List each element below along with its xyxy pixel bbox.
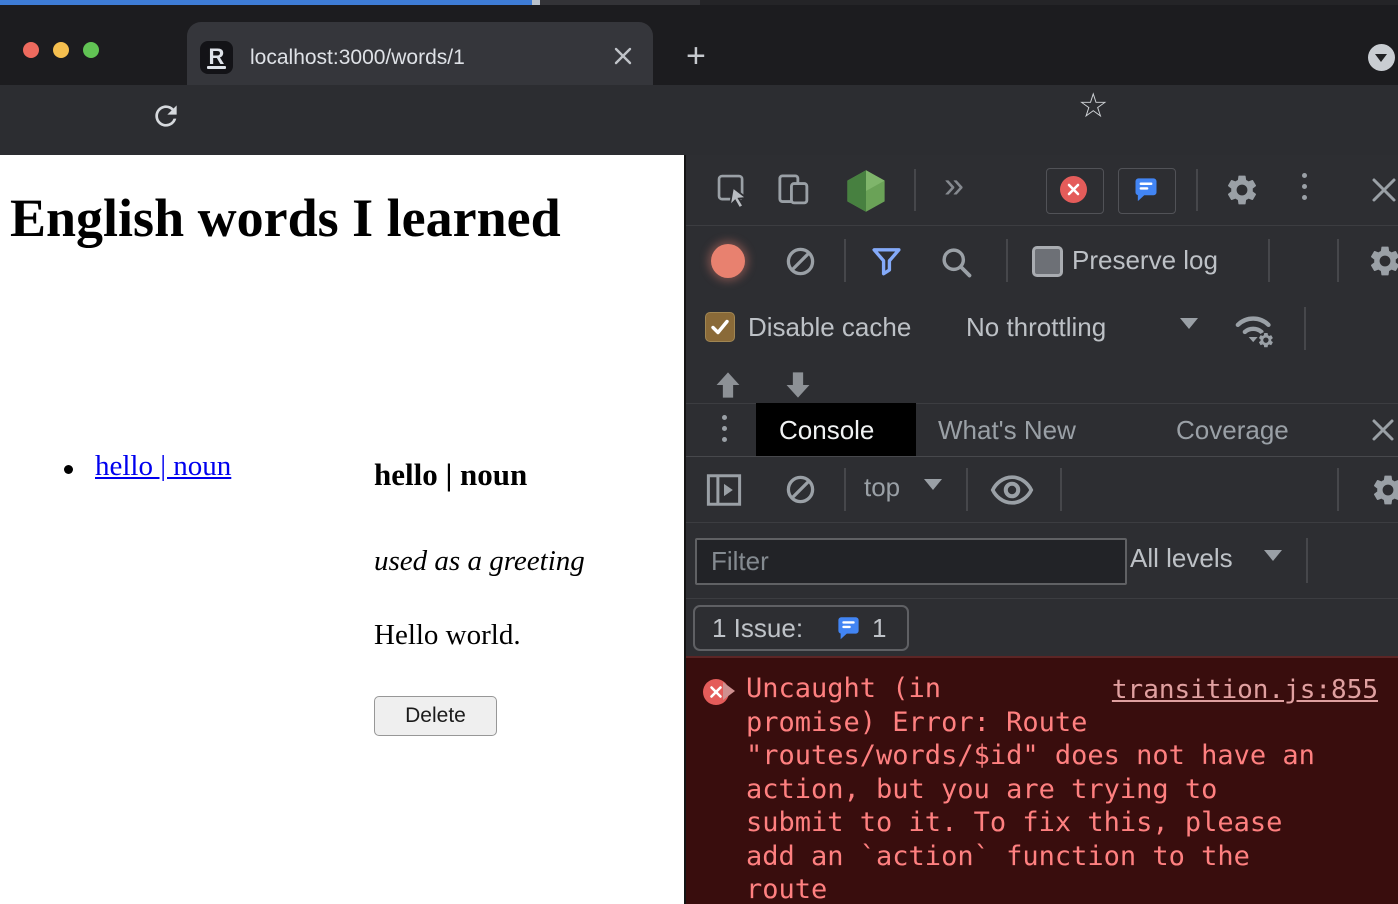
- bookmark-star-icon[interactable]: ☆: [1078, 86, 1108, 126]
- console-sidebar-icon[interactable]: [705, 472, 743, 508]
- browser-window: R localhost:3000/words/1 + ← → localhost…: [0, 0, 1398, 904]
- console-filter-input[interactable]: [695, 538, 1127, 585]
- tab-title: localhost:3000/words/1: [250, 46, 465, 70]
- delete-button[interactable]: Delete: [374, 696, 497, 736]
- device-toolbar-icon[interactable]: [776, 172, 812, 208]
- disable-cache-checkbox[interactable]: [705, 312, 735, 342]
- console-filter-row: All levels: [686, 523, 1398, 599]
- tab-console-label[interactable]: Console: [779, 415, 874, 446]
- export-har-icon[interactable]: [782, 368, 814, 402]
- drawer-close-icon[interactable]: [1370, 417, 1396, 443]
- tab-strip: R localhost:3000/words/1 +: [0, 5, 1398, 85]
- preserve-log-label[interactable]: Preserve log: [1072, 245, 1218, 276]
- word-definition: used as a greeting: [374, 545, 585, 578]
- record-icon[interactable]: [711, 244, 745, 278]
- error-badge-icon: [1060, 176, 1087, 203]
- drawer-tab-bar: Console What's New Coverage: [686, 403, 1398, 457]
- issue-bubble-icon: [835, 615, 862, 642]
- devtools-panel: »: [684, 155, 1398, 904]
- reload-button[interactable]: [150, 100, 182, 132]
- issues-bubble-icon: [1132, 176, 1160, 204]
- new-tab-button[interactable]: +: [686, 37, 706, 76]
- preserve-log-checkbox[interactable]: [1032, 246, 1063, 277]
- word-link[interactable]: hello | noun: [95, 450, 231, 483]
- console-error-entry: transition.js:855Uncaught (in promise) E…: [686, 656, 1398, 904]
- error-message-text: Uncaught (in promise) Error: Route "rout…: [746, 673, 1315, 904]
- remix-favicon-icon: R: [200, 41, 233, 74]
- drawer-menu-icon[interactable]: [722, 415, 727, 448]
- devtools-close-icon[interactable]: [1370, 176, 1398, 204]
- context-selector[interactable]: top: [864, 472, 900, 503]
- tab-coverage[interactable]: Coverage: [1176, 415, 1289, 446]
- devtools-settings-icon[interactable]: [1224, 172, 1260, 208]
- issue-count: 1: [872, 613, 886, 644]
- throttling-select[interactable]: No throttling: [966, 312, 1106, 343]
- traffic-light-minimize[interactable]: [53, 42, 69, 58]
- console-toolbar: top: [686, 457, 1398, 523]
- issues-row: 1 Issue: 1: [686, 599, 1398, 656]
- network-options-row: Disable cache No throttling: [686, 295, 1398, 361]
- issues-button[interactable]: [1118, 168, 1176, 214]
- tab-whats-new[interactable]: What's New: [938, 415, 1076, 446]
- node-icon[interactable]: [844, 168, 888, 214]
- word-example: Hello world.: [374, 619, 521, 652]
- disable-cache-label[interactable]: Disable cache: [748, 312, 911, 343]
- filter-funnel-icon[interactable]: [868, 244, 905, 279]
- traffic-light-close[interactable]: [23, 42, 39, 58]
- list-bullet: [64, 465, 73, 474]
- traffic-light-zoom[interactable]: [83, 42, 99, 58]
- word-detail-title: hello | noun: [374, 457, 527, 493]
- throttling-dropdown-icon[interactable]: [1180, 318, 1198, 329]
- levels-dropdown-icon[interactable]: [1264, 550, 1282, 561]
- live-expression-eye-icon[interactable]: [990, 474, 1034, 506]
- chevron-down-icon: [1375, 54, 1387, 62]
- log-levels-select[interactable]: All levels: [1130, 543, 1233, 574]
- devtools-menu-icon[interactable]: [1302, 173, 1307, 206]
- issues-counter-button[interactable]: 1 Issue: 1: [693, 605, 909, 651]
- more-tabs-icon[interactable]: »: [944, 164, 964, 206]
- import-har-icon[interactable]: [712, 368, 744, 402]
- nav-toolbar: ← → localhost:3000/words/1 ☆ Incognito: [0, 85, 1398, 155]
- error-count-button[interactable]: [1046, 168, 1104, 214]
- network-settings-gear-icon[interactable]: [1367, 243, 1398, 279]
- har-row: [686, 361, 1398, 404]
- console-settings-gear-icon[interactable]: [1370, 472, 1398, 508]
- error-source-link[interactable]: transition.js:855: [1112, 674, 1378, 708]
- clear-network-icon[interactable]: [784, 245, 817, 278]
- search-icon[interactable]: [938, 244, 974, 280]
- page-title: English words I learned: [10, 183, 570, 254]
- network-toolbar: Preserve log: [686, 226, 1398, 295]
- expand-error-icon[interactable]: [723, 682, 735, 700]
- context-dropdown-icon[interactable]: [924, 479, 942, 490]
- tab-search-button[interactable]: [1368, 44, 1395, 71]
- issue-text: 1 Issue:: [712, 613, 803, 644]
- network-conditions-icon[interactable]: [1228, 307, 1286, 353]
- page-content: English words I learned hello | noun hel…: [0, 155, 684, 904]
- clear-console-icon[interactable]: [784, 473, 817, 506]
- error-message: transition.js:855Uncaught (in promise) E…: [746, 672, 1394, 904]
- tab-close-icon[interactable]: [612, 45, 634, 67]
- inspect-element-icon[interactable]: [716, 173, 750, 207]
- devtools-main-toolbar: »: [686, 155, 1398, 226]
